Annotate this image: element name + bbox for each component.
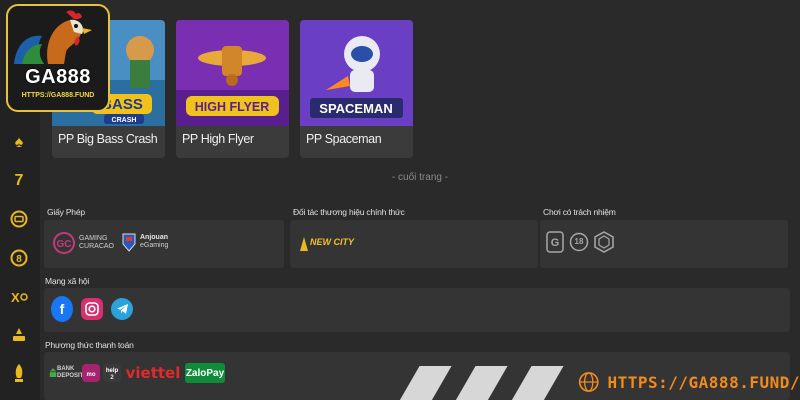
bank-icon [49, 368, 57, 377]
age-label: 18 [574, 237, 584, 246]
momo-logo[interactable]: mo [82, 362, 100, 384]
coin-icon[interactable]: 8 [8, 247, 30, 269]
slot-icon[interactable] [8, 208, 30, 230]
bank-label: BANK DEPOSIT [57, 366, 84, 379]
rocket-icon[interactable] [8, 362, 30, 384]
new-city-partner-logo[interactable]: NEW CITY [298, 233, 354, 255]
thumb-subtitle: CRASH [112, 117, 137, 124]
facebook-icon[interactable]: f [51, 296, 73, 322]
rooster-icon [14, 10, 92, 64]
social-title: Mạng xã hội [45, 276, 90, 286]
thumb-title: HIGH FLYER [195, 100, 270, 114]
anjouan-icon [122, 233, 136, 252]
svg-text:mo: mo [87, 372, 96, 378]
partner-title: Đối tác thương hiệu chính thức [293, 207, 405, 217]
globe-icon [578, 372, 599, 392]
anjouan-line1: Anjouan [140, 234, 168, 241]
svg-text:GC: GC [57, 239, 72, 250]
game-thumbnail: HIGH FLYER [176, 20, 289, 126]
viettel-logo[interactable]: viettel [124, 362, 182, 384]
game-name: PP Spaceman [306, 132, 382, 146]
anjouan-line2: eGaming [140, 242, 169, 249]
thumb-title: SPACEMAN [319, 101, 392, 116]
momo-icon: mo [82, 364, 100, 382]
brand-name: GA888 [25, 66, 91, 88]
promo-url-banner[interactable]: HTTPS://GA888.FUND/ [578, 364, 800, 400]
curacao-line2: CURACAO [79, 243, 115, 250]
zalopay-logo[interactable]: ZaloPay [185, 363, 225, 383]
curacao-icon: GC [53, 232, 75, 254]
shield-icon[interactable] [594, 231, 614, 253]
sport-icon[interactable]: X [8, 286, 30, 308]
game-name: PP High Flyer [182, 132, 254, 146]
new-city-text: NEW CITY [310, 237, 354, 247]
brand-logo[interactable]: GA888 HTTPS://GA888.FUND [6, 4, 110, 112]
svg-text:8: 8 [16, 254, 22, 265]
responsible-title: Chơi có trách nhiệm [543, 207, 616, 217]
curacao-license-badge[interactable]: GC GAMING CURACAO [53, 232, 114, 254]
game-card-spaceman[interactable]: SPACEMAN PP Spaceman [300, 20, 413, 158]
license-title: Giấy Phép [47, 207, 85, 217]
age-18-badge[interactable]: 18 [569, 232, 589, 252]
svg-text:G: G [551, 237, 560, 249]
telegram-icon[interactable] [111, 298, 133, 320]
curacao-line1: GAMING [79, 235, 108, 242]
svg-text:X: X [11, 290, 20, 305]
gamcare-icon[interactable]: G [546, 231, 564, 253]
svg-text:help: help [106, 368, 119, 374]
payment-title: Phương thức thanh toán [45, 340, 134, 350]
spade-icon[interactable]: ♠ [8, 132, 30, 154]
end-of-page-label: - cuối trang - [391, 172, 449, 183]
brand-url: HTTPS://GA888.FUND [21, 92, 95, 99]
instagram-icon[interactable] [81, 298, 103, 320]
responsible-badges: G 18 [546, 231, 614, 253]
game-card-high-flyer[interactable]: HIGH FLYER PP High Flyer [176, 20, 289, 158]
bank-deposit-logo[interactable]: BANK DEPOSIT [49, 362, 84, 384]
promo-url-text: HTTPS://GA888.FUND/ [607, 372, 800, 392]
game-thumbnail: SPACEMAN [300, 20, 413, 126]
help2pay-icon: help2 [103, 364, 121, 382]
lottery-icon[interactable] [8, 324, 30, 346]
help2pay-logo[interactable]: help 2 [103, 362, 121, 384]
social-panel [44, 288, 790, 332]
anjouan-license-badge[interactable]: Anjouan eGaming [122, 232, 168, 252]
game-name: PP Big Bass Crash [58, 132, 158, 146]
